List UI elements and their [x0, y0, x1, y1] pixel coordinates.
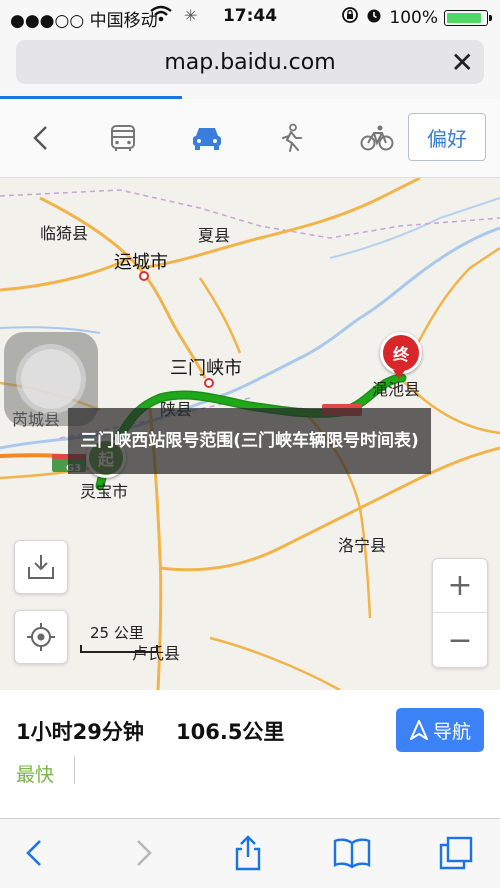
chevron-right-icon — [137, 840, 152, 866]
bike-icon — [360, 125, 394, 151]
scale-indicator: 25 公里 — [80, 622, 158, 653]
share-icon — [235, 835, 261, 871]
mode-car-button[interactable] — [182, 113, 232, 163]
mode-bus-button[interactable] — [98, 113, 148, 163]
chevron-left-icon — [26, 840, 41, 866]
end-marker[interactable]: 终 — [380, 332, 422, 374]
zoom-out-button[interactable]: − — [433, 613, 487, 667]
place-label: 夏县 — [198, 226, 231, 245]
bookmarks-button[interactable] — [332, 833, 372, 873]
place-label: 洛宁县 — [338, 536, 387, 555]
url-field[interactable]: map.baidu.com ✕ — [16, 40, 484, 84]
route-tag: 最快 — [16, 764, 55, 786]
tabs-icon — [439, 836, 473, 870]
tabs-button[interactable] — [436, 833, 476, 873]
place-label: 灵宝市 — [80, 482, 129, 501]
download-icon — [28, 555, 54, 579]
book-icon — [333, 838, 371, 869]
route-duration: 1小时29分钟 — [16, 720, 144, 744]
browser-toolbar — [0, 818, 500, 888]
overlay-title: 三门峡西站限号范围(三门峡车辆限号时间表) — [68, 408, 431, 474]
browser-address-bar: map.baidu.com ✕ — [0, 34, 500, 98]
place-label: 三门峡市 — [170, 358, 242, 379]
map-view[interactable]: G3 临猗县 夏县 运城市 三门峡市 芮城县 陕县 渑池县 灵宝市 洛宁县 卢氏… — [0, 178, 500, 690]
transport-mode-bar: 偏好 — [0, 99, 500, 178]
bus-icon — [111, 125, 135, 151]
share-button[interactable] — [228, 833, 268, 873]
browser-back-button[interactable] — [14, 833, 54, 873]
scale-bar — [80, 645, 158, 653]
place-label: 渑池县 — [372, 380, 421, 399]
status-bar: ●●●○○ 中国移动 ✳ 17:44 100% — [0, 0, 500, 34]
walk-icon — [282, 123, 302, 152]
preference-button[interactable]: 偏好 — [408, 113, 486, 161]
zoom-control: + − — [432, 558, 488, 668]
browser-forward-button[interactable] — [124, 833, 164, 873]
close-icon[interactable]: ✕ — [451, 46, 474, 79]
divider — [74, 756, 75, 784]
zoom-in-button[interactable]: + — [433, 559, 487, 613]
navigate-button[interactable]: 导航 — [396, 708, 484, 752]
chevron-left-icon — [33, 126, 47, 150]
place-label: 运城市 — [114, 252, 168, 273]
scale-label: 25 公里 — [90, 624, 144, 642]
battery-percent: 100% — [389, 7, 438, 28]
battery-icon — [444, 9, 492, 26]
car-icon — [193, 128, 221, 150]
download-map-button[interactable] — [14, 540, 68, 594]
back-button[interactable] — [16, 113, 66, 163]
url-text: map.baidu.com — [164, 50, 336, 75]
end-marker-pin — [393, 370, 405, 379]
navigation-arrow-icon — [409, 720, 428, 740]
alarm-icon — [365, 6, 383, 29]
navigate-label: 导航 — [432, 720, 471, 743]
route-distance: 106.5公里 — [176, 720, 285, 744]
locate-button[interactable] — [14, 610, 68, 664]
place-label: 临猗县 — [40, 224, 89, 243]
orientation-lock-icon — [341, 6, 359, 29]
route-summary-panel[interactable]: 1小时29分钟 106.5公里 最快 导航 — [0, 690, 500, 818]
mode-bike-button[interactable] — [352, 113, 402, 163]
locate-icon — [27, 623, 55, 651]
mode-walk-button[interactable] — [266, 113, 316, 163]
